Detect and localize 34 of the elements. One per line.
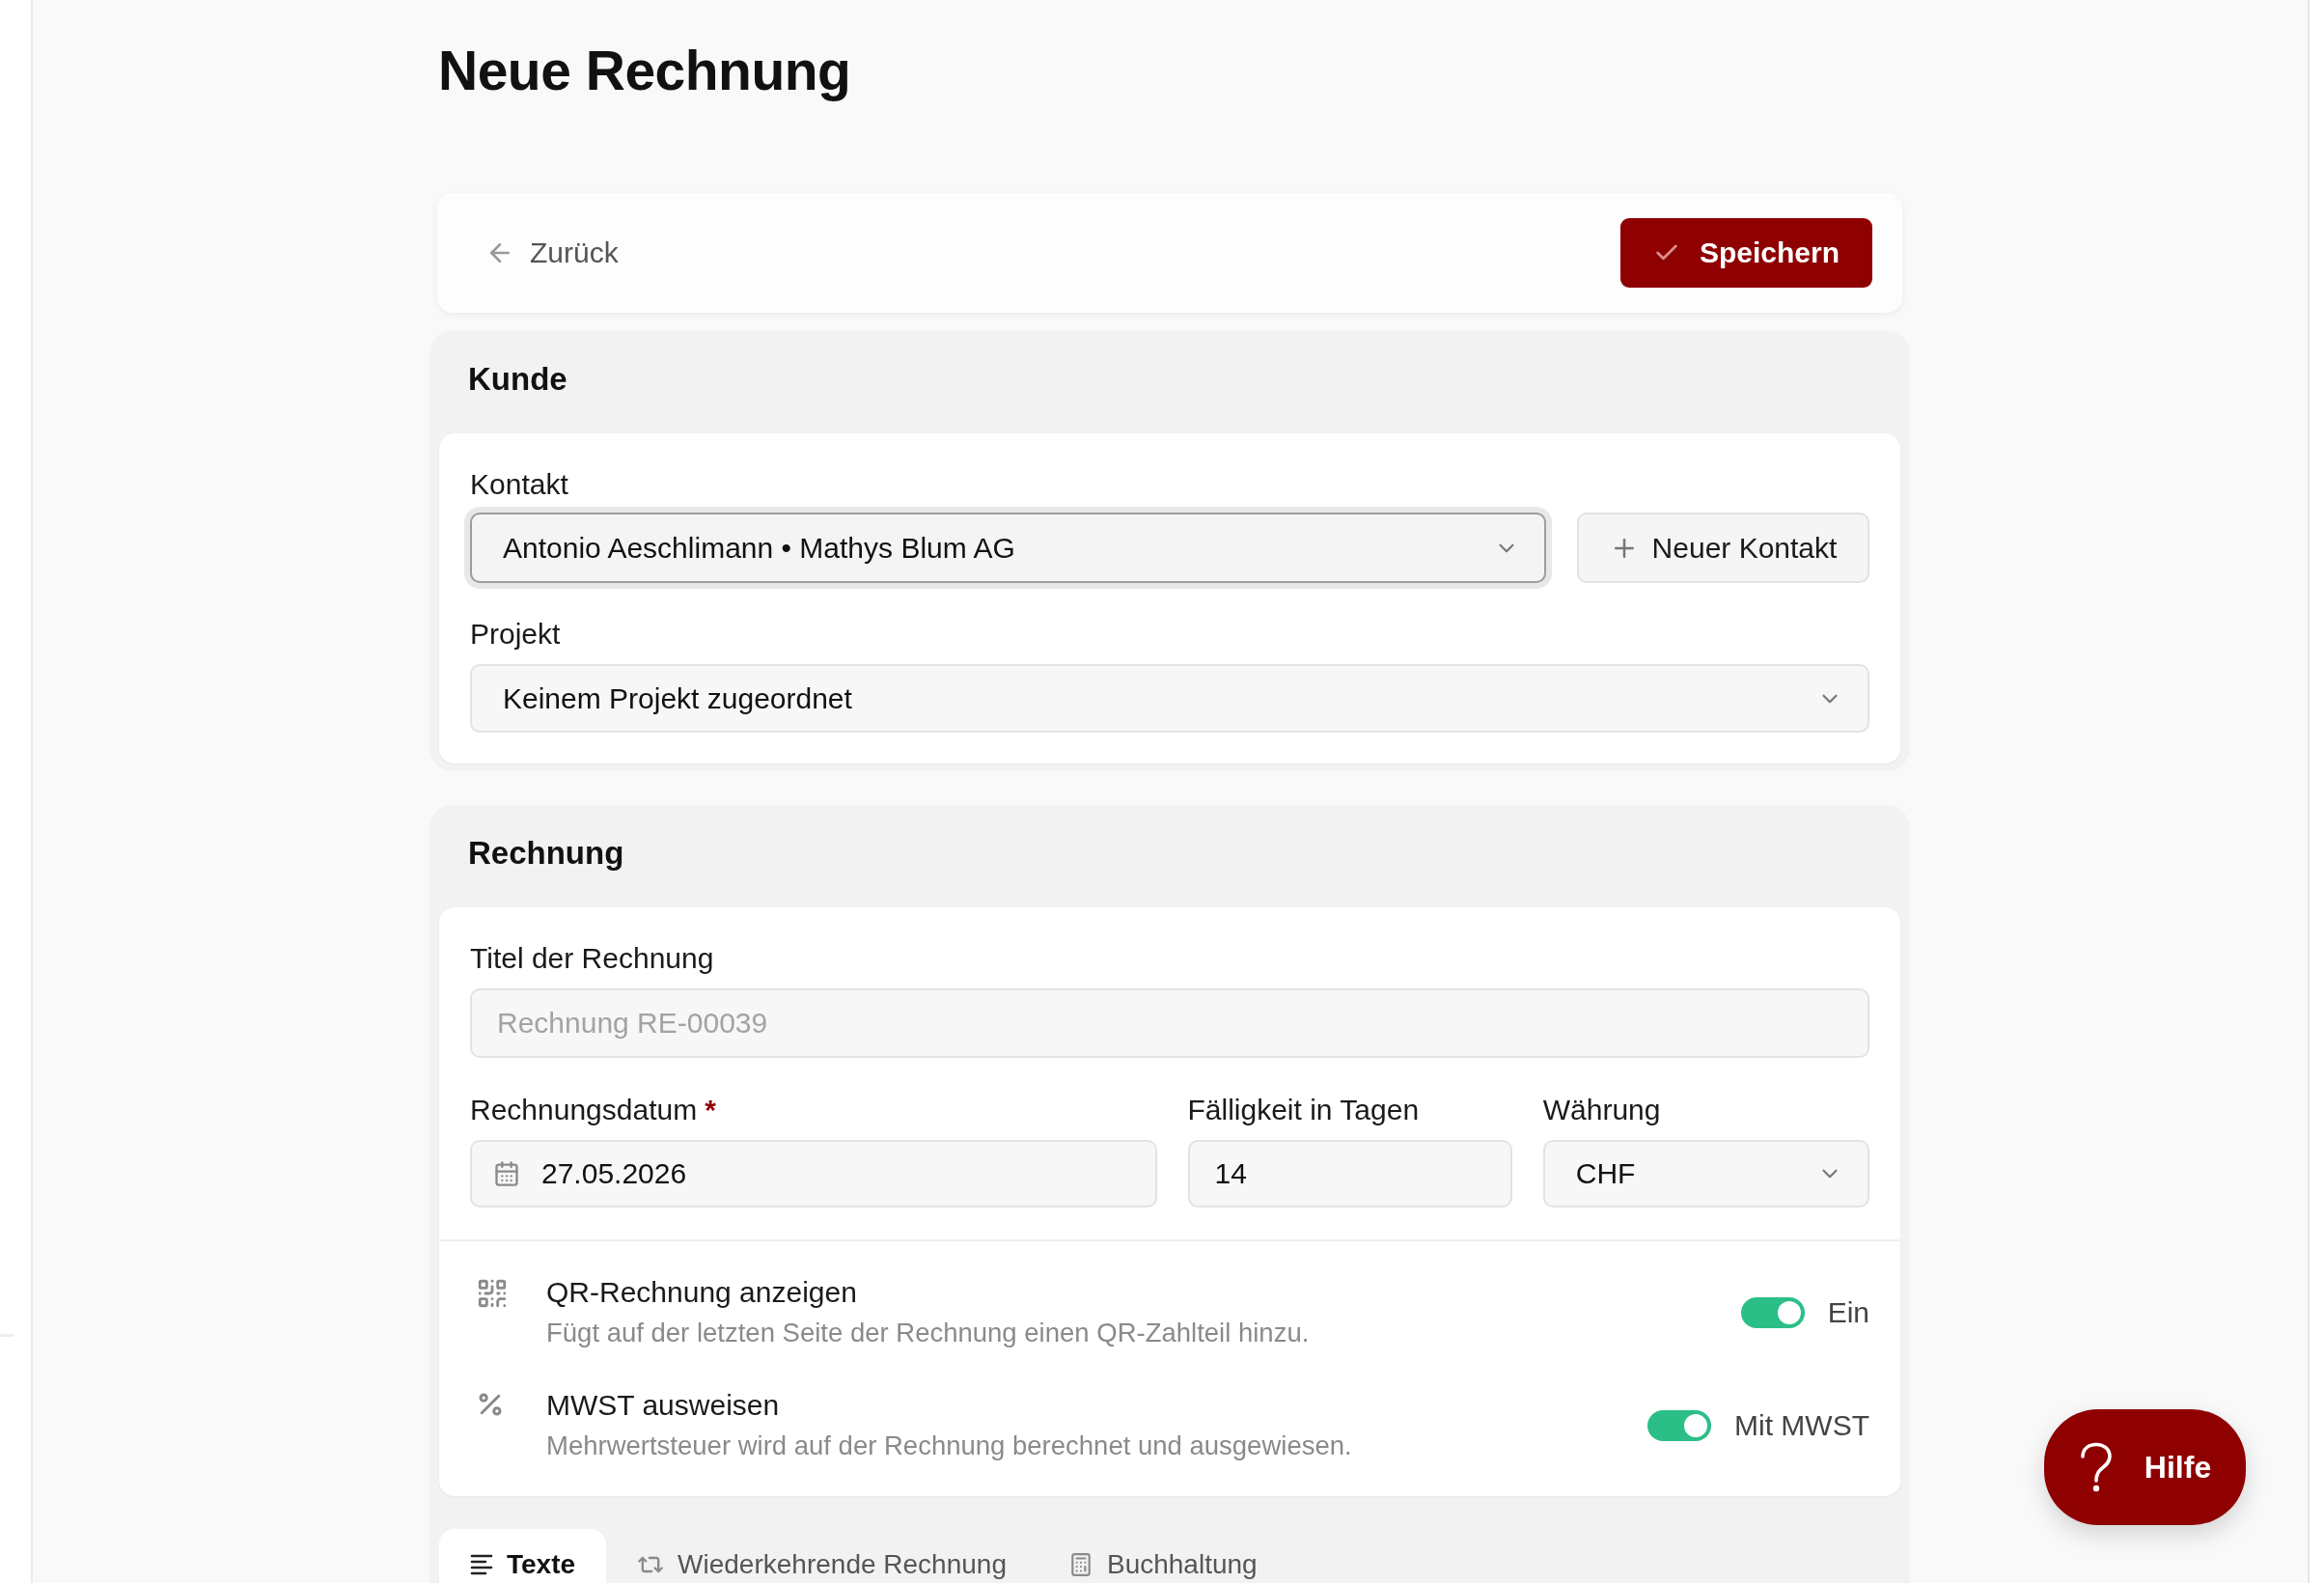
project-select[interactable]: Keinem Projekt zugeordnet (470, 664, 1869, 733)
field-label: Währung (1542, 1093, 1662, 1127)
option-title: QR-Rechnung anzeigen (546, 1275, 858, 1310)
page-title: Neue Rechnung (438, 39, 851, 103)
text-lines-icon (470, 1554, 493, 1575)
due-days-input[interactable]: 14 (1187, 1140, 1512, 1208)
new-contact-button[interactable]: Neuer Kontakt (1577, 513, 1869, 583)
tab[interactable]: Buchhaltung (1037, 1529, 1288, 1583)
tab[interactable]: Wiederkehrende Rechnung (606, 1529, 1038, 1583)
option-description: Mehrwertsteuer wird auf der Rechnung berechnet und ausgewiesen. (546, 1430, 1352, 1462)
toggle-switch[interactable] (1647, 1410, 1712, 1441)
toggle-label: Mit MWST (1734, 1408, 1869, 1443)
back-button[interactable]: Zurück (468, 224, 636, 282)
calendar-icon (493, 1160, 520, 1187)
help-button[interactable]: Hilfe (2044, 1409, 2246, 1525)
field-label: Kontakt (470, 467, 569, 502)
section-heading: Kunde (467, 360, 568, 399)
save-button[interactable]: Speichern (1619, 218, 1872, 288)
question-mark-icon (2078, 1442, 2114, 1492)
option-title: MWST ausweisen (546, 1388, 781, 1423)
option-description: Fügt auf der letzten Seite der Rechnung einen QR-Zahlteil hinzu. (546, 1317, 1310, 1349)
date-input[interactable]: 27.05.2026 (470, 1140, 1157, 1208)
field-label: Rechnungsdatum (470, 1093, 698, 1127)
field-label: Projekt (470, 617, 562, 652)
tab[interactable]: Texte (439, 1529, 607, 1583)
required-mark: * (705, 1093, 716, 1127)
currency-select[interactable]: CHF (1542, 1140, 1869, 1208)
toggle-label: Ein (1827, 1295, 1869, 1330)
qr-code-icon (476, 1277, 509, 1310)
invoice-title-input[interactable]: Rechnung RE-00039 (470, 988, 1869, 1058)
section-heading: Rechnung (467, 834, 625, 873)
field-label: Fälligkeit in Tagen (1187, 1093, 1421, 1127)
toggle-switch[interactable] (1740, 1297, 1805, 1328)
field-label: Titel der Rechnung (470, 941, 715, 976)
